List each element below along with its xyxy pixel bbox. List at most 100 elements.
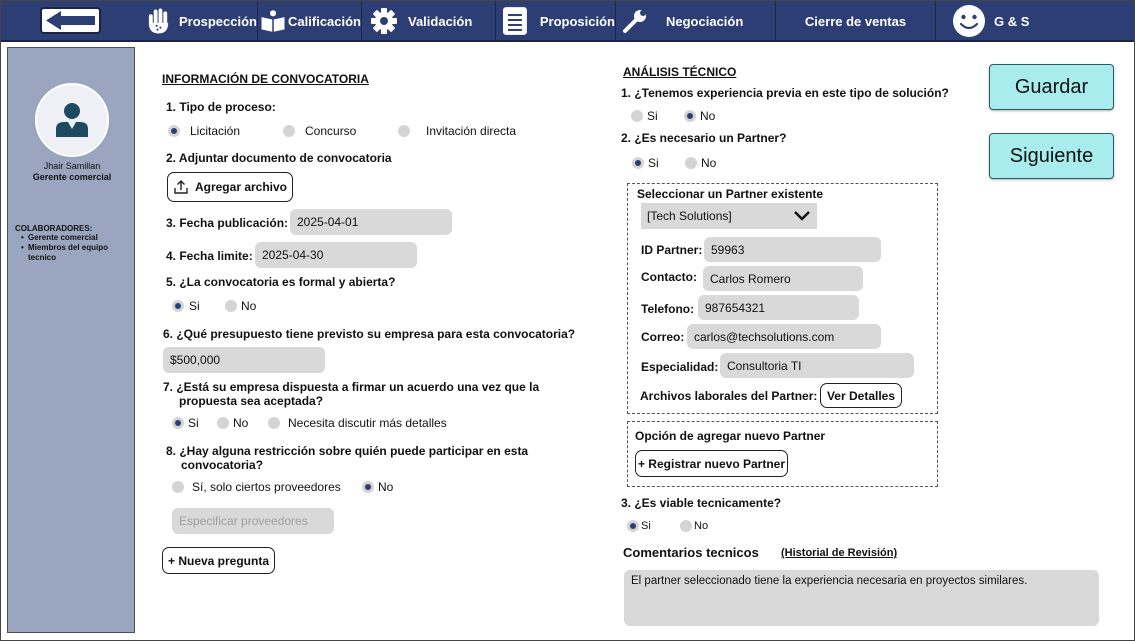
nav-item-prospeccion[interactable]: Prospección xyxy=(140,0,258,42)
radio-invitacion-directa[interactable]: Invitación directa xyxy=(398,124,516,138)
partner-files-label: Archivos laborales del Partner: xyxy=(640,389,818,403)
nav-item-proposicion[interactable]: Proposición xyxy=(496,0,616,42)
partner-email-field[interactable]: carlos@techsolutions.com xyxy=(687,324,881,349)
radio-viable-no[interactable]: No xyxy=(680,520,708,532)
nav-label: Negociación xyxy=(666,13,744,29)
avatar xyxy=(35,83,109,157)
section-title-tecnico: ANÁLISIS TÉCNICO xyxy=(623,65,737,79)
radio-dot xyxy=(268,417,280,429)
nav-label: Prospección xyxy=(178,13,257,29)
chevron-down-icon xyxy=(794,211,810,221)
radio-dot xyxy=(172,300,184,312)
radio-dot xyxy=(225,300,237,312)
option-label: Sí, solo ciertos proveedores xyxy=(192,480,341,494)
window-frame xyxy=(0,0,1135,641)
arrow-left-icon xyxy=(46,11,95,30)
radio-formal-no[interactable]: No xyxy=(225,299,256,313)
question-restriccion-cont: convocatoria? xyxy=(181,458,264,472)
option-label: Si xyxy=(188,416,199,430)
providers-input[interactable]: Especificar proveedores xyxy=(172,508,334,534)
radio-dot xyxy=(631,110,643,122)
radio-restriccion-si[interactable]: Sí, solo ciertos proveedores xyxy=(172,480,341,494)
radio-acuerdo-si[interactable]: Si xyxy=(172,416,199,430)
option-label: Concurso xyxy=(305,124,357,138)
option-label: No xyxy=(241,299,257,313)
radio-dot xyxy=(684,110,696,122)
option-label: No xyxy=(694,520,709,532)
option-label: Necesita discutir más detalles xyxy=(288,416,447,430)
register-partner-button[interactable]: + Registrar nuevo Partner xyxy=(635,450,788,477)
option-label: Si xyxy=(648,156,659,170)
partner-id-field[interactable]: 59963 xyxy=(704,237,881,262)
nav-label: Validación xyxy=(408,13,473,29)
publication-date-field[interactable]: 2025-04-01 xyxy=(290,209,452,235)
radio-viable-si[interactable]: Si xyxy=(627,520,651,532)
option-label: No xyxy=(701,156,717,170)
nav-item-calificacion[interactable]: Calificación xyxy=(258,0,362,42)
view-details-button[interactable]: Ver Detalles xyxy=(820,383,902,408)
radio-formal-si[interactable]: Si xyxy=(172,299,200,313)
next-button[interactable]: Siguiente xyxy=(989,133,1114,179)
question-presupuesto: 6. ¿Qué presupuesto tiene previsto su em… xyxy=(163,327,576,341)
partner-contact-field[interactable]: Carlos Romero xyxy=(703,266,863,291)
new-partner-box: Opción de agregar nuevo Partner + Regist… xyxy=(627,421,938,487)
option-label: No xyxy=(233,416,249,430)
question-acuerdo: 7. ¿Está su empresa dispuesta a firmar u… xyxy=(163,380,540,394)
radio-dot xyxy=(632,157,644,169)
radio-dot xyxy=(172,417,184,429)
user-role: Gerente comercial xyxy=(32,172,112,182)
question-partner: 2. ¿Es necesario un Partner? xyxy=(621,131,787,145)
section-title-convocatoria: INFORMACIÓN DE CONVOCATORIA xyxy=(162,72,369,86)
wrench-icon xyxy=(623,10,646,33)
collaborators-section: COLABORADORES: Gerente comercial Miembro… xyxy=(15,224,125,263)
collaborators-title: COLABORADORES: xyxy=(15,224,93,233)
question-restriccion: 8. ¿Hay alguna restricción sobre quién p… xyxy=(166,444,529,458)
option-label: Licitación xyxy=(190,124,241,138)
radio-acuerdo-no[interactable]: No xyxy=(217,416,248,430)
save-button[interactable]: Guardar xyxy=(989,64,1114,110)
question-fecha-publicacion: 3. Fecha publicación: xyxy=(166,216,289,230)
nav-item-validacion[interactable]: Validación xyxy=(362,0,496,42)
radio-restriccion-no[interactable]: No xyxy=(362,480,393,494)
option-label: Si xyxy=(647,109,658,123)
revision-history-link[interactable]: (Historial de Revisión) xyxy=(781,547,897,559)
nav-label: Proposición xyxy=(539,13,615,29)
attach-file-label: Agregar archivo xyxy=(194,180,288,194)
partner-phone-label: Telefono: xyxy=(641,302,695,316)
budget-field[interactable]: $500,000 xyxy=(163,347,325,373)
smiley-icon xyxy=(953,5,985,37)
option-label: No xyxy=(378,480,394,494)
company-profile[interactable]: G & S xyxy=(936,0,1135,42)
back-button[interactable] xyxy=(40,7,101,34)
nav-item-cierre-de-ventas[interactable]: Cierre de ventas xyxy=(776,0,936,42)
radio-acuerdo-discutir[interactable]: Necesita discutir más detalles xyxy=(268,416,447,430)
collaborator-item: Miembros del equipo tecnico xyxy=(21,243,125,263)
radio-licitacion[interactable]: Licitación xyxy=(168,124,240,138)
option-label: Si xyxy=(189,299,200,313)
partner-select-value: [Tech Solutions] xyxy=(647,209,732,223)
radio-dot xyxy=(398,125,410,137)
radio-partner-si[interactable]: Si xyxy=(632,156,659,170)
nav-item-negociacion[interactable]: Negociación xyxy=(616,0,776,42)
partner-specialty-field[interactable]: Consultoria TI xyxy=(720,353,914,378)
radio-experiencia-si[interactable]: Si xyxy=(631,109,658,123)
existing-partner-box: Seleccionar un Partner existente [Tech S… xyxy=(627,183,938,414)
radio-dot xyxy=(217,417,229,429)
partner-phone-field[interactable]: 987654321 xyxy=(698,295,859,320)
attach-file-button[interactable]: Agregar archivo xyxy=(167,172,293,202)
deadline-field[interactable]: 2025-04-30 xyxy=(255,242,417,268)
partner-specialty-label: Especialidad: xyxy=(641,360,719,374)
reader-icon xyxy=(261,10,285,32)
radio-partner-no[interactable]: No xyxy=(685,156,716,170)
new-question-button[interactable]: + Nueva pregunta xyxy=(162,547,275,574)
new-partner-title: Opción de agregar nuevo Partner xyxy=(635,429,826,443)
question-fecha-limite: 4. Fecha limite: xyxy=(166,249,253,263)
partner-select[interactable]: [Tech Solutions] xyxy=(641,203,817,229)
user-name: Jhair Samillan xyxy=(43,161,101,171)
radio-experiencia-no[interactable]: No xyxy=(684,109,715,123)
radio-concurso[interactable]: Concurso xyxy=(283,124,356,138)
technical-comments-textarea[interactable]: El partner seleccionado tiene la experie… xyxy=(624,570,1099,626)
collaborator-item: Gerente comercial xyxy=(21,233,125,243)
question-experiencia: 1. ¿Tenemos experiencia previa en este t… xyxy=(621,86,949,100)
radio-dot xyxy=(627,520,639,532)
